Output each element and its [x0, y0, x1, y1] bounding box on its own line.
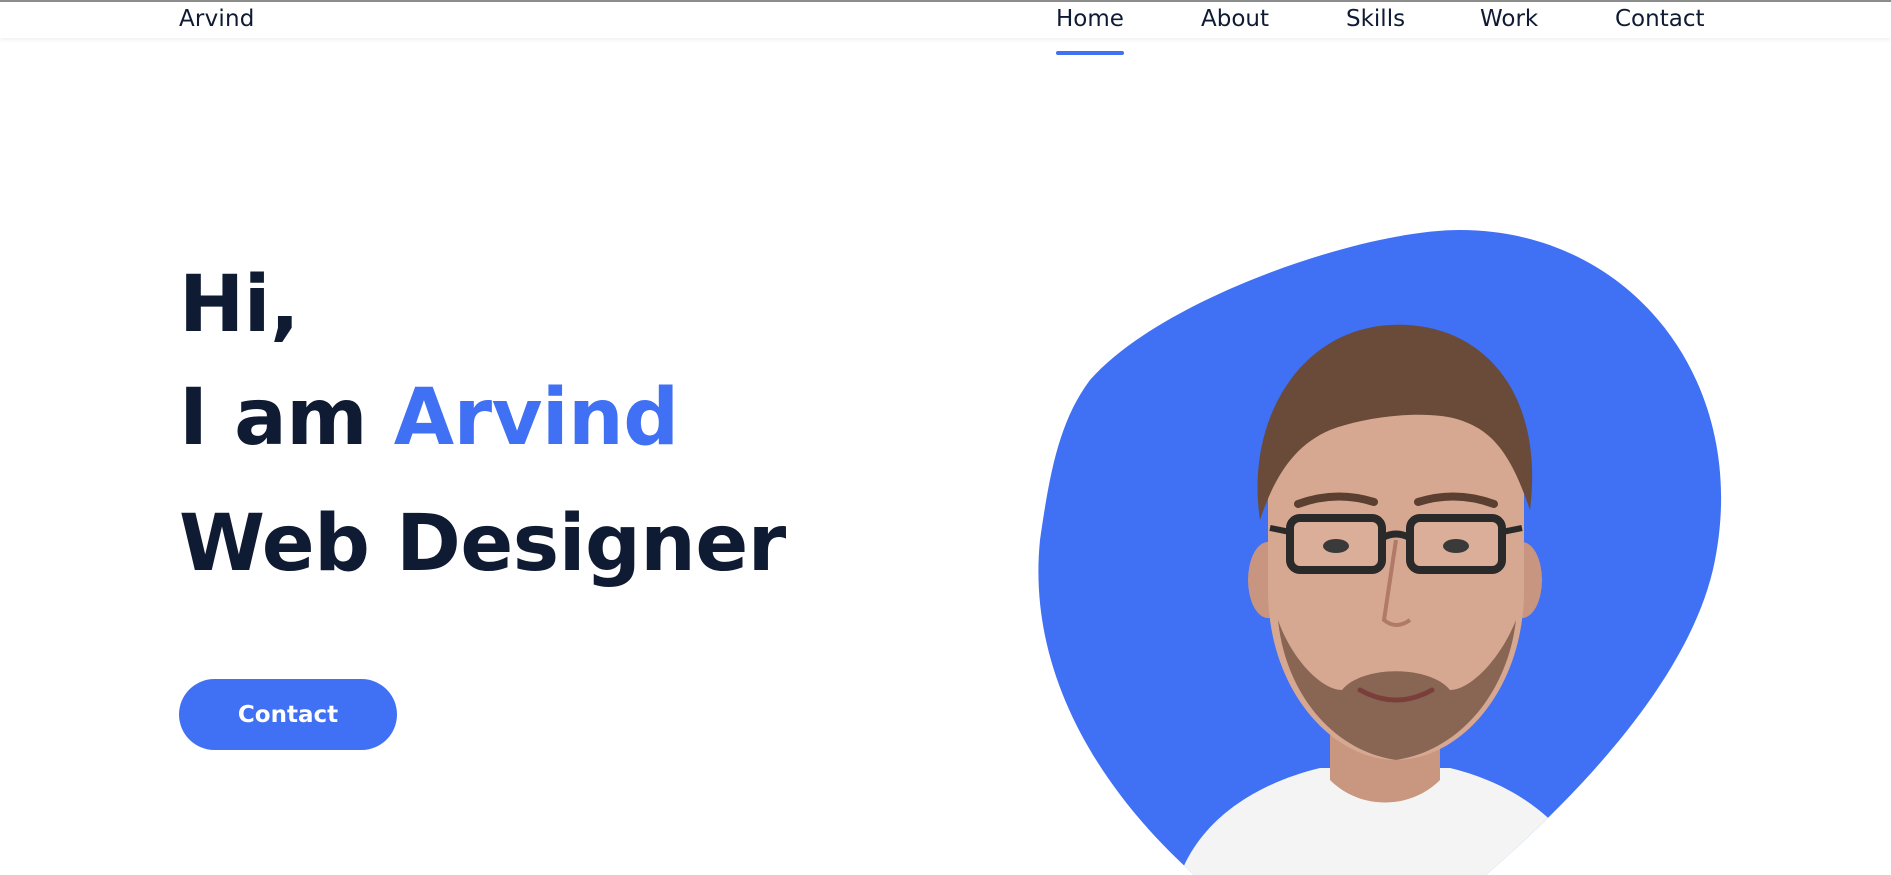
site-header: Arvind Home About Skills Work Contact — [0, 2, 1891, 55]
main-nav: Home About Skills Work Contact — [0, 6, 1891, 55]
hero-role: Web Designer — [179, 499, 786, 589]
hero-intro-prefix: I am — [179, 373, 368, 463]
hero-intro: I am Arvind — [179, 355, 786, 481]
hero-heading: Hi, I am Arvind Web Designer — [179, 255, 786, 607]
nav-skills[interactable]: Skills — [1346, 6, 1405, 32]
nav-contact[interactable]: Contact — [1615, 6, 1704, 32]
contact-button[interactable]: Contact — [179, 679, 397, 750]
nav-work[interactable]: Work — [1480, 6, 1538, 32]
portrait-illustration — [1038, 230, 1722, 875]
nav-home[interactable]: Home — [1056, 6, 1124, 55]
portrait-blob — [1030, 220, 1750, 875]
hero-name: Arvind — [393, 373, 679, 463]
nav-about[interactable]: About — [1201, 6, 1269, 32]
hero-greeting: Hi, — [179, 260, 300, 350]
